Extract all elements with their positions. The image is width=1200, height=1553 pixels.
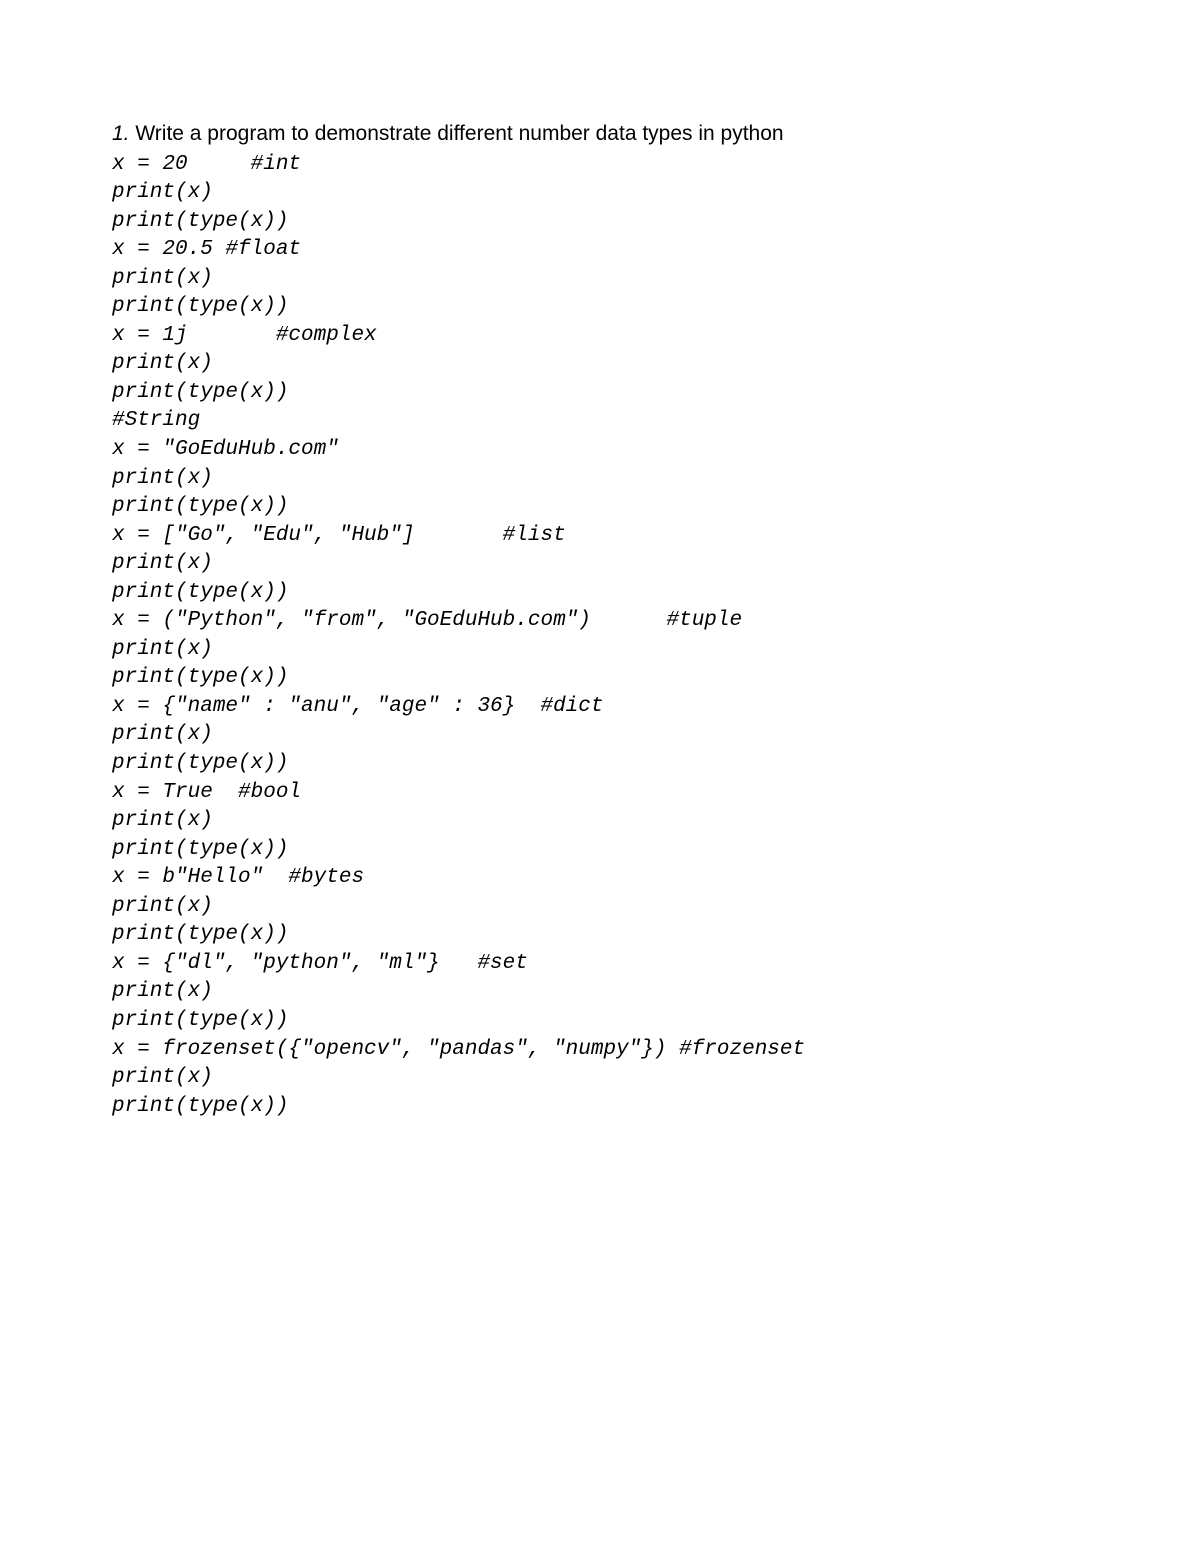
code-line: print(x) bbox=[112, 265, 1088, 294]
code-line: print(x) bbox=[112, 350, 1088, 379]
code-line: print(x) bbox=[112, 807, 1088, 836]
code-line: print(x) bbox=[112, 1064, 1088, 1093]
code-line: print(type(x)) bbox=[112, 750, 1088, 779]
code-line: x = True #bool bbox=[112, 779, 1088, 808]
title-text: Write a program to demonstrate different… bbox=[130, 122, 784, 145]
document-title: 1. Write a program to demonstrate differ… bbox=[112, 120, 1088, 149]
code-line: x = {"dl", "python", "ml"} #set bbox=[112, 950, 1088, 979]
code-line: print(type(x)) bbox=[112, 921, 1088, 950]
code-line: print(type(x)) bbox=[112, 1007, 1088, 1036]
code-line: x = {"name" : "anu", "age" : 36} #dict bbox=[112, 693, 1088, 722]
code-line: print(x) bbox=[112, 893, 1088, 922]
code-line: print(x) bbox=[112, 179, 1088, 208]
code-line: print(x) bbox=[112, 636, 1088, 665]
code-line: print(type(x)) bbox=[112, 493, 1088, 522]
code-line: print(type(x)) bbox=[112, 208, 1088, 237]
code-line: x = b"Hello" #bytes bbox=[112, 864, 1088, 893]
code-block: x = 20 #int print(x) print(type(x)) x = … bbox=[112, 151, 1088, 1122]
code-line: #String bbox=[112, 407, 1088, 436]
code-line: x = ["Go", "Edu", "Hub"] #list bbox=[112, 522, 1088, 551]
code-line: print(type(x)) bbox=[112, 293, 1088, 322]
code-line: x = "GoEduHub.com" bbox=[112, 436, 1088, 465]
code-line: x = 1j #complex bbox=[112, 322, 1088, 351]
code-line: x = 20.5 #float bbox=[112, 236, 1088, 265]
title-number: 1. bbox=[112, 122, 130, 145]
code-line: print(type(x)) bbox=[112, 836, 1088, 865]
code-line: x = ("Python", "from", "GoEduHub.com") #… bbox=[112, 607, 1088, 636]
code-line: x = 20 #int bbox=[112, 151, 1088, 180]
code-line: print(x) bbox=[112, 978, 1088, 1007]
code-line: print(x) bbox=[112, 465, 1088, 494]
code-line: print(type(x)) bbox=[112, 379, 1088, 408]
code-line: print(type(x)) bbox=[112, 664, 1088, 693]
code-line: print(x) bbox=[112, 550, 1088, 579]
code-line: print(type(x)) bbox=[112, 1093, 1088, 1122]
code-line: print(type(x)) bbox=[112, 579, 1088, 608]
code-line: print(x) bbox=[112, 721, 1088, 750]
code-line: x = frozenset({"opencv", "pandas", "nump… bbox=[112, 1036, 1088, 1065]
